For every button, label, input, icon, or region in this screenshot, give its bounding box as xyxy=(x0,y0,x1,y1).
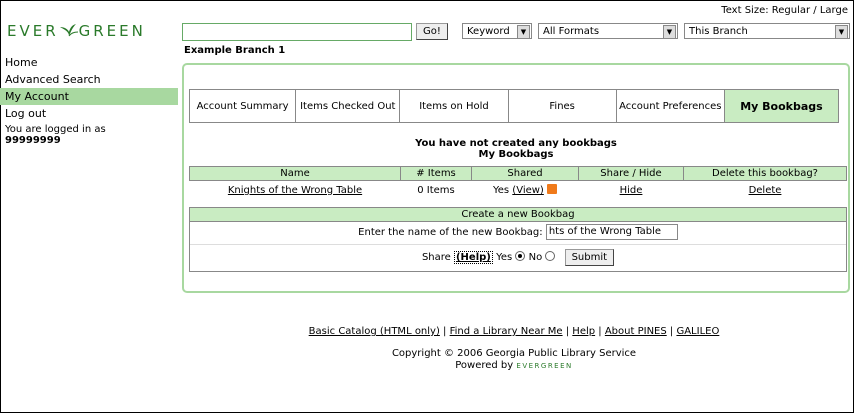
find-library-link[interactable]: Find a Library Near Me xyxy=(450,326,563,337)
search-type-select[interactable]: Keyword ▼ xyxy=(462,23,532,39)
column-header-share-hide: Share / Hide xyxy=(578,166,684,181)
create-bookbag-form: Create a new Bookbag Enter the name of t… xyxy=(189,207,847,272)
basic-catalog-link[interactable]: Basic Catalog (HTML only) xyxy=(309,326,440,337)
share-no-label: No xyxy=(528,252,543,263)
bookbag-name-input[interactable]: hts of the Wrong Table xyxy=(545,224,678,240)
no-bookbags-text: You have not created any bookbags xyxy=(415,138,617,149)
text-size-control[interactable]: Text Size: Regular / Large xyxy=(721,5,848,16)
chevron-down-icon: ▼ xyxy=(517,25,530,39)
tab-fines[interactable]: Fines xyxy=(509,90,617,122)
sidebar: Home Advanced Search My Account Log out … xyxy=(0,54,178,146)
submit-button[interactable]: Submit xyxy=(564,249,615,266)
tab-my-bookbags[interactable]: My Bookbags xyxy=(724,90,839,122)
account-panel: Account Summary Items Checked Out Items … xyxy=(182,63,850,293)
column-header-delete: Delete this bookbag? xyxy=(683,166,847,181)
share-no-radio[interactable] xyxy=(545,251,556,261)
leaf-icon xyxy=(59,23,79,37)
bookbag-name-row: Enter the name of the new Bookbag: hts o… xyxy=(190,222,846,245)
login-label: You are logged in as xyxy=(5,124,106,135)
bookbags-heading: My Bookbags xyxy=(478,149,554,160)
powered-by-label: Powered by xyxy=(455,360,514,371)
footer-links: Basic Catalog (HTML only) | Find a Libra… xyxy=(308,326,720,337)
column-header-items: # Items xyxy=(400,166,472,181)
copyright-block: Copyright © 2006 Georgia Public Library … xyxy=(182,348,846,372)
sidebar-item-home[interactable]: Home xyxy=(0,54,178,71)
create-bookbag-title: Create a new Bookbag xyxy=(190,208,846,222)
hide-link[interactable]: Hide xyxy=(620,185,643,196)
rss-feed-icon[interactable] xyxy=(547,184,558,194)
galileo-link[interactable]: GALILEO xyxy=(676,326,719,337)
bookbag-name-link[interactable]: Knights of the Wrong Table xyxy=(228,185,362,196)
view-link[interactable]: (View) xyxy=(512,185,544,196)
scope-value: This Branch xyxy=(689,26,748,37)
logo-text-left: EVER xyxy=(7,22,59,40)
delete-link[interactable]: Delete xyxy=(749,185,782,196)
branch-name: Example Branch 1 xyxy=(184,45,286,56)
search-type-value: Keyword xyxy=(467,26,510,37)
format-select[interactable]: All Formats ▼ xyxy=(538,23,678,39)
help-footer-link[interactable]: Help xyxy=(572,326,595,337)
footer: Basic Catalog (HTML only) | Find a Libra… xyxy=(182,326,846,372)
sidebar-item-my-account[interactable]: My Account xyxy=(0,88,178,105)
column-header-name: Name xyxy=(189,166,401,181)
sidebar-item-log-out[interactable]: Log out xyxy=(0,105,178,122)
share-label: Share xyxy=(421,252,451,263)
tab-account-summary[interactable]: Account Summary xyxy=(190,90,297,122)
bookbag-name-label: Enter the name of the new Bookbag: xyxy=(358,227,543,238)
help-link[interactable]: (Help) xyxy=(453,251,493,264)
bookbag-table: Name # Items Shared Share / Hide Delete … xyxy=(189,166,847,199)
chevron-down-icon: ▼ xyxy=(663,25,676,39)
tab-items-on-hold[interactable]: Items on Hold xyxy=(400,90,509,122)
sidebar-item-advanced-search[interactable]: Advanced Search xyxy=(0,71,178,88)
bookbag-message: You have not created any bookbags My Boo… xyxy=(184,138,848,160)
bookbag-shared-cell: Yes (View) xyxy=(472,181,579,200)
account-tabs: Account Summary Items Checked Out Items … xyxy=(189,89,839,123)
login-status: You are logged in as 99999999 xyxy=(0,122,178,146)
search-bar: Go! Keyword ▼ All Formats ▼ This Branch ▼ xyxy=(182,23,850,41)
copyright-text: Copyright © 2006 Georgia Public Library … xyxy=(391,348,637,359)
scope-select[interactable]: This Branch ▼ xyxy=(684,23,850,39)
go-button[interactable]: Go! xyxy=(416,23,448,40)
evergreen-small-logo[interactable]: EVERGREEN xyxy=(516,362,572,370)
table-header-row: Name # Items Shared Share / Hide Delete … xyxy=(189,166,847,181)
share-row: Share (Help) Yes No Submit xyxy=(190,245,846,271)
search-input[interactable] xyxy=(182,23,412,41)
column-header-shared: Shared xyxy=(471,166,579,181)
evergreen-logo[interactable]: EVER GREEN xyxy=(7,22,146,40)
chevron-down-icon: ▼ xyxy=(835,25,848,39)
tab-account-preferences[interactable]: Account Preferences xyxy=(617,90,725,122)
share-yes-label: Yes xyxy=(496,252,513,263)
powered-by: Powered by EVERGREEN xyxy=(182,360,846,372)
logo-text-right: GREEN xyxy=(78,22,146,40)
share-yes-radio[interactable] xyxy=(515,251,526,261)
about-pines-link[interactable]: About PINES xyxy=(605,326,667,337)
tab-items-checked-out[interactable]: Items Checked Out xyxy=(296,90,401,122)
table-row: Knights of the Wrong Table 0 Items Yes (… xyxy=(190,181,847,200)
login-user: 99999999 xyxy=(5,135,61,146)
shared-status: Yes xyxy=(492,185,510,196)
bookbag-item-count: 0 Items xyxy=(417,184,455,196)
format-value: All Formats xyxy=(543,26,600,37)
